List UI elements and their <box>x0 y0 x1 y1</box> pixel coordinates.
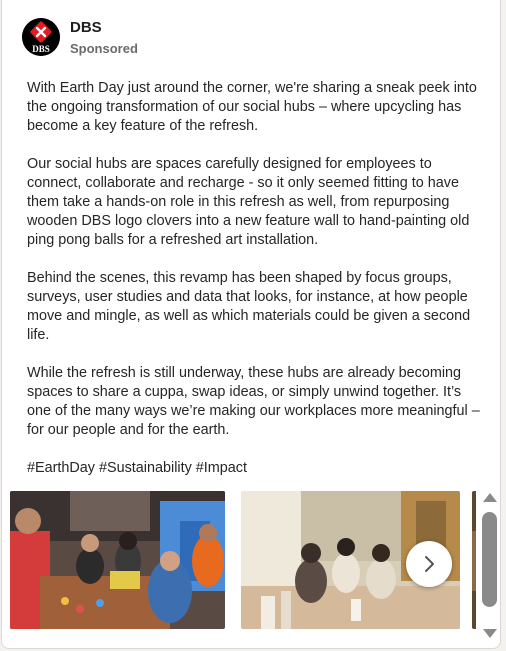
sponsored-post-card: DBS DBS Sponsored With Earth Day just ar… <box>1 0 501 649</box>
post-paragraph: With Earth Day just around the corner, w… <box>27 80 477 134</box>
sponsored-label: Sponsored <box>70 41 138 56</box>
post-paragraph: Our social hubs are spaces carefully des… <box>27 156 470 248</box>
post-paragraph: While the refresh is still underway, the… <box>27 365 480 438</box>
vertical-scrollbar[interactable] <box>480 488 500 643</box>
author-name[interactable]: DBS <box>70 19 102 36</box>
triangle-down-icon[interactable] <box>481 627 499 641</box>
logo-text: DBS <box>32 44 50 54</box>
post-body: With Earth Day just around the corner, w… <box>27 79 489 497</box>
post-hashtags[interactable]: #EarthDay #Sustainability #Impact <box>27 459 489 478</box>
scrollbar-thumb[interactable] <box>482 512 497 607</box>
carousel-photo[interactable] <box>472 491 476 629</box>
carousel-photo[interactable] <box>10 491 225 629</box>
dbs-logo-avatar[interactable]: DBS <box>22 18 60 56</box>
post-paragraph: Behind the scenes, this revamp has been … <box>27 270 471 343</box>
chevron-right-icon <box>425 556 434 572</box>
triangle-up-icon[interactable] <box>481 490 499 504</box>
carousel-next-button[interactable] <box>406 541 452 587</box>
